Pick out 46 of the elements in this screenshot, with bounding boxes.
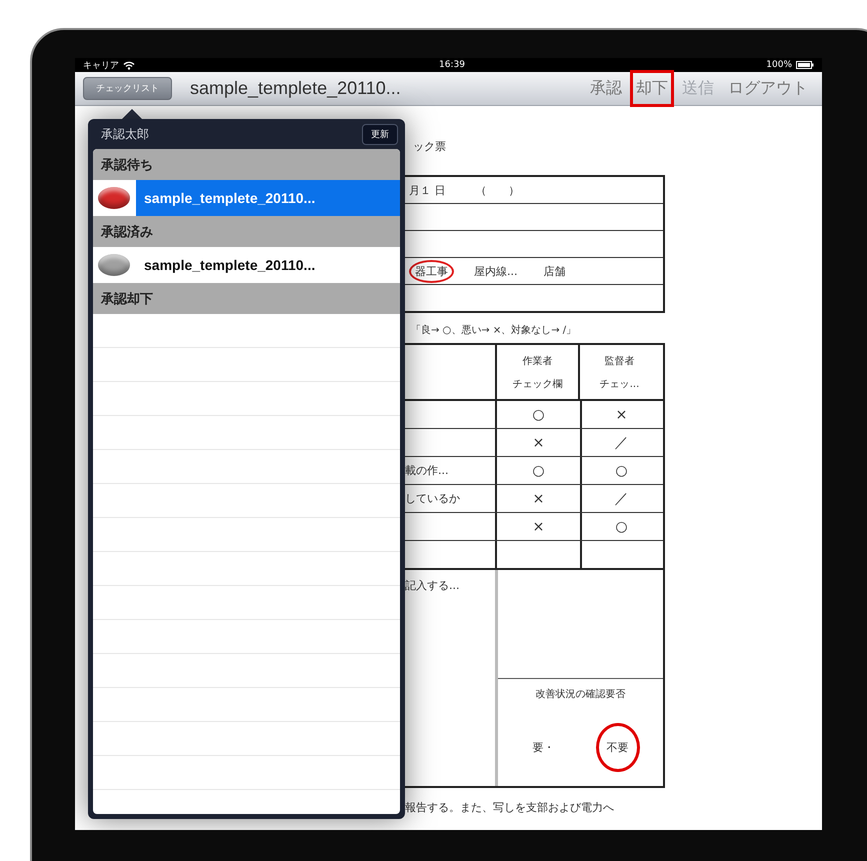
category-option: 屋内線...: [468, 260, 524, 282]
user-name: 承認太郎: [101, 126, 149, 142]
column-header: チェッ...: [600, 378, 640, 390]
table-cell: ○: [532, 462, 545, 478]
refresh-button[interactable]: 更新: [362, 124, 398, 144]
table-cell: ／: [614, 490, 628, 508]
section-header: 承認済み: [93, 216, 400, 247]
column-header: 作業者: [522, 354, 552, 368]
table-cell: 載の作...: [405, 463, 448, 478]
document-name: sample_templete_20110...: [143, 256, 316, 275]
footer-text: 報告する。また、写しを支部および電力へ: [405, 800, 615, 815]
table-cell: しているか: [405, 491, 460, 506]
toolbar-button[interactable]: 承認: [584, 70, 628, 107]
table-cell: ／: [614, 434, 628, 452]
table-cell: ×: [532, 490, 544, 506]
date-text: 月１ 日: [409, 182, 446, 198]
table-cell: ×: [616, 406, 628, 422]
category-option: 店舗: [538, 260, 572, 282]
legend-text: 「良→ ○、悪い→ ×、対象なし→ /」: [410, 324, 578, 338]
column-header: 監督者: [604, 354, 634, 368]
remarks-text: 記入する...: [405, 579, 460, 592]
column-header: チェック欄: [512, 378, 562, 390]
form-title: ック票: [413, 139, 447, 155]
popover-arrow-icon: [122, 109, 142, 119]
battery-label: 100%: [766, 60, 792, 70]
checklist-button[interactable]: チェックリスト: [83, 77, 172, 100]
confirm-label: 改善状況の確認要否: [536, 688, 626, 701]
table-cell: ×: [532, 434, 544, 450]
category-option: 器工事: [409, 260, 454, 282]
document-list-item[interactable]: sample_templete_20110...: [93, 247, 400, 283]
document-title: sample_templete_20110...: [190, 78, 402, 99]
toolbar-button[interactable]: 却下: [630, 70, 674, 107]
section-header: 承認待ち: [93, 149, 400, 180]
toolbar-button[interactable]: ログアウト: [722, 70, 814, 107]
table-cell: ○: [615, 518, 628, 534]
confirm-option: 不要: [596, 723, 640, 772]
table-cell: ×: [532, 518, 544, 534]
wifi-icon: [123, 60, 135, 70]
table-cell: ○: [615, 462, 628, 478]
section-header: 承認却下: [93, 283, 400, 314]
confirm-option: 要・: [522, 723, 566, 772]
carrier-label: キャリア: [83, 60, 119, 72]
date-text: （ ）: [476, 182, 520, 198]
clock-label: 16:39: [439, 60, 466, 70]
table-cell: ○: [532, 406, 545, 422]
battery-icon: [796, 61, 814, 69]
